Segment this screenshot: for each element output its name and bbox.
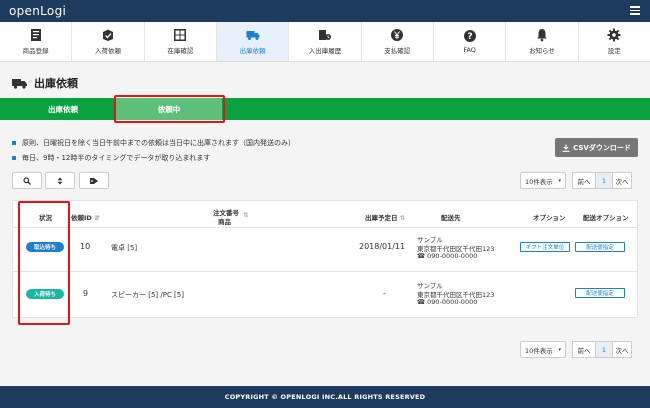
highlight-box-tab [114, 95, 225, 123]
pagination-top: 前へ 1 次へ [572, 172, 632, 189]
nav-item-faq[interactable]: ? FAQ [434, 22, 507, 61]
question-icon: ? [463, 30, 476, 42]
header-product: 商品 [218, 218, 231, 226]
gift-option-button[interactable]: ギフト注文単位 [520, 242, 570, 252]
pagination-bottom: 前へ 1 次へ [572, 341, 632, 358]
nav-item-notice[interactable]: お知らせ [506, 22, 579, 61]
nav-item-inbound-request[interactable]: 入荷依頼 [72, 22, 145, 61]
yen-coin-icon [391, 29, 404, 41]
status-tab-bar: 出庫依頼 依頼中 [0, 98, 650, 120]
tag-icon [90, 177, 98, 184]
tab-outbound[interactable]: 出庫依頼 [10, 98, 116, 120]
prev-page-button[interactable]: 前へ [572, 172, 596, 189]
sort-icon: ⇅ [399, 214, 406, 222]
nav-label: 入出庫履歴 [308, 47, 342, 55]
notice-line: 毎日、9時・12時半のタイミングでデータが取り込まれます [12, 153, 210, 163]
per-page-value: 10件表示 [525, 177, 553, 186]
request-id: 9 [83, 289, 89, 298]
chevron-down-icon: ▾ [558, 346, 561, 353]
product-name[interactable]: スピーカー [5] /PC [5] [111, 290, 184, 300]
header-request-id[interactable]: 依頼ID ⇵ [71, 212, 100, 222]
bell-icon [536, 29, 547, 42]
main-nav: 商品登録 入荷依頼 在庫確認 出庫依頼 入出庫履歴 支払確認 ? FAQ お知ら… [0, 22, 650, 62]
sort-icon: ⇵ [94, 214, 100, 222]
nav-item-outbound-request[interactable]: 出庫依頼 [216, 22, 290, 61]
dest-tel: ☎ 090-0000-0000 [417, 298, 478, 306]
divider [13, 227, 637, 228]
search-icon [23, 176, 31, 185]
gear-icon [607, 28, 621, 42]
download-icon [562, 144, 570, 152]
dest-tel: ☎ 090-0000-0000 [417, 252, 478, 260]
nav-label: 出庫依頼 [239, 47, 266, 55]
divider [13, 271, 637, 272]
nav-item-history[interactable]: 入出庫履歴 [289, 22, 362, 61]
warehouse-icon [174, 29, 187, 41]
nav-label: お知らせ [529, 47, 555, 55]
nav-label: 在庫確認 [167, 47, 194, 55]
tag-button[interactable] [79, 172, 109, 189]
app-logo[interactable]: openLogi [9, 4, 66, 18]
product-name[interactable]: 電卓 [5] [111, 243, 137, 253]
truck-icon [12, 78, 27, 89]
nav-label: 設定 [607, 47, 621, 55]
notice-line: 原則、日曜祝日を除く当日午前中までの依頼は当日中に出庫されます（国内発送のみ） [12, 138, 295, 148]
ship-date: 2018/01/11 [359, 242, 406, 251]
request-id: 10 [80, 242, 91, 251]
nav-item-payment[interactable]: 支払確認 [362, 22, 434, 61]
page-number-button[interactable]: 1 [595, 341, 613, 358]
header-option: オプション [533, 214, 566, 222]
header-request-id-label: 依頼ID [71, 214, 92, 222]
per-page-value: 10件表示 [525, 346, 553, 355]
header-destination: 配送先 [441, 214, 461, 222]
sort-button[interactable] [45, 172, 75, 189]
history-icon [318, 30, 331, 40]
chevron-down-icon: ▾ [558, 177, 561, 184]
delivery-option-button[interactable]: 配送便指定 [575, 288, 625, 298]
nav-item-stock-check[interactable]: 在庫確認 [145, 22, 217, 61]
nav-item-settings[interactable]: 設定 [579, 22, 650, 61]
csv-download-button[interactable]: CSVダウンロード [555, 138, 638, 157]
footer: COPYRIGHT © OPENLOGI INC.ALL RIGHTS RESE… [0, 386, 650, 408]
page-header: 出庫依頼 [12, 75, 78, 91]
per-page-select[interactable]: 10件表示 ▾ [520, 172, 566, 189]
copyright-text: COPYRIGHT © OPENLOGI INC.ALL RIGHTS RESE… [224, 393, 426, 401]
svg-text:?: ? [467, 32, 472, 42]
sort-icon[interactable]: ⇅ [243, 211, 248, 219]
nav-label: FAQ [463, 46, 476, 54]
csv-download-label: CSVダウンロード [573, 143, 631, 152]
highlight-box-status-column [18, 201, 70, 325]
product-list-icon [30, 29, 41, 41]
header-delivery-option: 配送オプション [583, 214, 629, 222]
search-button[interactable] [12, 172, 42, 189]
delivery-option-button[interactable]: 配送便指定 [575, 242, 625, 252]
nav-label: 支払確認 [384, 47, 411, 55]
nav-item-product-register[interactable]: 商品登録 [0, 22, 73, 61]
per-page-select[interactable]: 10件表示 ▾ [520, 341, 566, 358]
nav-label: 商品登録 [22, 47, 49, 55]
page-number-button[interactable]: 1 [595, 172, 613, 189]
hamburger-menu-icon[interactable] [630, 6, 640, 16]
prev-page-button[interactable]: 前へ [572, 341, 596, 358]
top-bar: openLogi [0, 0, 650, 22]
header-ship-date[interactable]: 出庫予定日 ⇅ [365, 212, 405, 222]
nav-label: 入荷依頼 [94, 47, 121, 55]
box-check-icon [102, 29, 113, 41]
page-title: 出庫依頼 [34, 77, 78, 90]
sort-icon [57, 177, 63, 184]
next-page-button[interactable]: 次へ [612, 172, 632, 189]
header-ship-date-label: 出庫予定日 [365, 214, 398, 222]
request-table: 状況 依頼ID ⇵ 注文番号 商品 ⇅ 出庫予定日 ⇅ 配送先 オプション 配送… [12, 200, 638, 318]
truck-icon [246, 31, 260, 40]
next-page-button[interactable]: 次へ [612, 341, 632, 358]
ship-date: - [383, 289, 386, 298]
